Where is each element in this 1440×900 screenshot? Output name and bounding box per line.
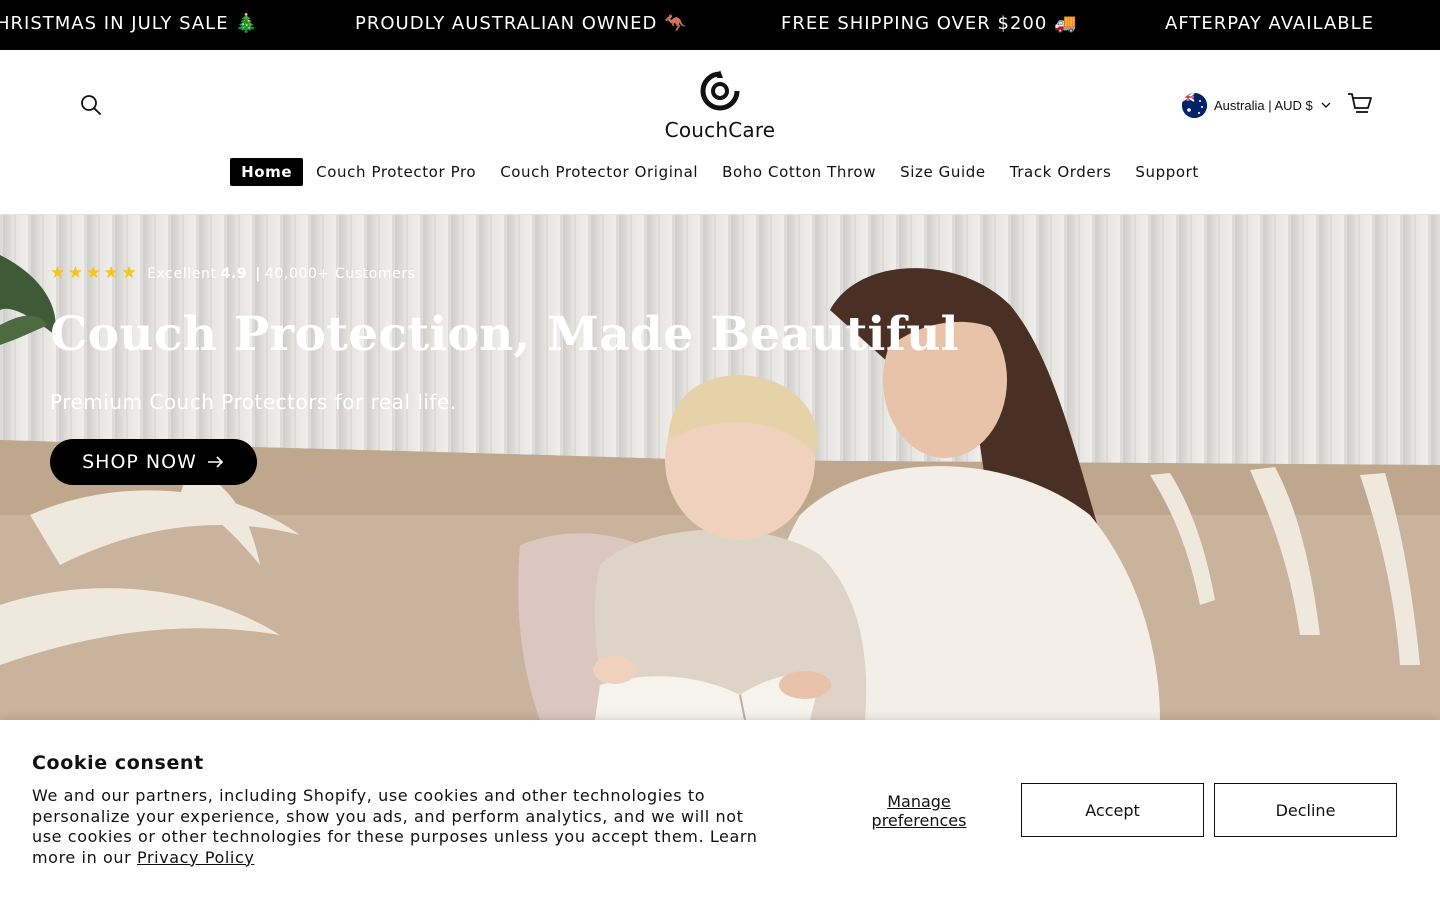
star-icon: ★: [103, 263, 120, 283]
manage-preferences-link[interactable]: Manage preferences: [852, 792, 986, 830]
accept-button[interactable]: Accept: [1021, 783, 1204, 837]
rating-customers: 40,000+ Customers: [264, 265, 416, 282]
search-icon[interactable]: [78, 92, 104, 118]
cookie-consent-banner: Cookie consent We and our partners, incl…: [0, 720, 1440, 900]
logo-mark-icon: [700, 70, 740, 111]
rating-stars: ★ ★ ★ ★ ★: [50, 265, 137, 282]
nav-item-home[interactable]: Home: [230, 158, 304, 186]
locale-label: Australia | AUD $: [1214, 97, 1313, 113]
nav-item-couch-protector-pro[interactable]: Couch Protector Pro: [305, 158, 487, 186]
brand-name: CouchCare: [664, 118, 776, 142]
brand-logo[interactable]: CouchCare: [655, 68, 785, 144]
rating-summary: ★ ★ ★ ★ ★ Excellent 4.9 | 40,000+ Custom…: [50, 265, 416, 282]
australia-flag-icon: [1182, 92, 1207, 118]
star-icon: ★: [50, 263, 66, 283]
hero-banner: ★ ★ ★ ★ ★ Excellent 4.9 | 40,000+ Custom…: [0, 215, 1440, 720]
nav-item-support[interactable]: Support: [1124, 158, 1210, 186]
decline-button[interactable]: Decline: [1214, 783, 1397, 837]
announcement-message: HRISTMAS IN JULY SALE 🎄: [0, 13, 259, 34]
rating-label: Excellent: [147, 265, 217, 282]
star-icon: ★: [121, 263, 138, 283]
cookie-title: Cookie consent: [32, 752, 204, 774]
shop-now-button[interactable]: SHOP NOW: [50, 439, 257, 485]
cookie-body: We and our partners, including Shopify, …: [32, 786, 772, 868]
hero-title: Couch Protection, Made Beautiful: [50, 307, 959, 362]
rating-separator: |: [255, 265, 261, 282]
arrow-right-icon: [207, 456, 224, 468]
announcement-bar: HRISTMAS IN JULY SALE 🎄 PROUDLY AUSTRALI…: [0, 0, 1440, 50]
nav-item-couch-protector-original[interactable]: Couch Protector Original: [489, 158, 709, 186]
shop-now-label: SHOP NOW: [82, 451, 197, 473]
privacy-policy-link[interactable]: Privacy Policy: [137, 848, 254, 867]
nav-item-boho-cotton-throw[interactable]: Boho Cotton Throw: [711, 158, 887, 186]
nav-item-size-guide[interactable]: Size Guide: [889, 158, 997, 186]
hero-subtitle: Premium Couch Protectors for real life.: [50, 390, 457, 414]
locale-selector[interactable]: Australia | AUD $: [1182, 92, 1331, 118]
announcement-message: AFTERPAY AVAILABLE: [1165, 13, 1375, 34]
announcement-message: FREE SHIPPING OVER $200 🚚: [781, 13, 1078, 34]
chevron-down-icon: [1321, 102, 1331, 108]
star-icon: ★: [67, 263, 84, 283]
main-nav: Home Couch Protector Pro Couch Protector…: [0, 158, 1440, 186]
star-icon: ★: [85, 263, 102, 283]
site-header: CouchCare Australia | AUD $ Home Couch P…: [0, 50, 1440, 215]
announcement-message: PROUDLY AUSTRALIAN OWNED 🦘: [355, 13, 688, 34]
cart-icon[interactable]: [1346, 90, 1374, 118]
nav-item-track-orders[interactable]: Track Orders: [999, 158, 1123, 186]
rating-value: 4.9: [220, 265, 248, 282]
